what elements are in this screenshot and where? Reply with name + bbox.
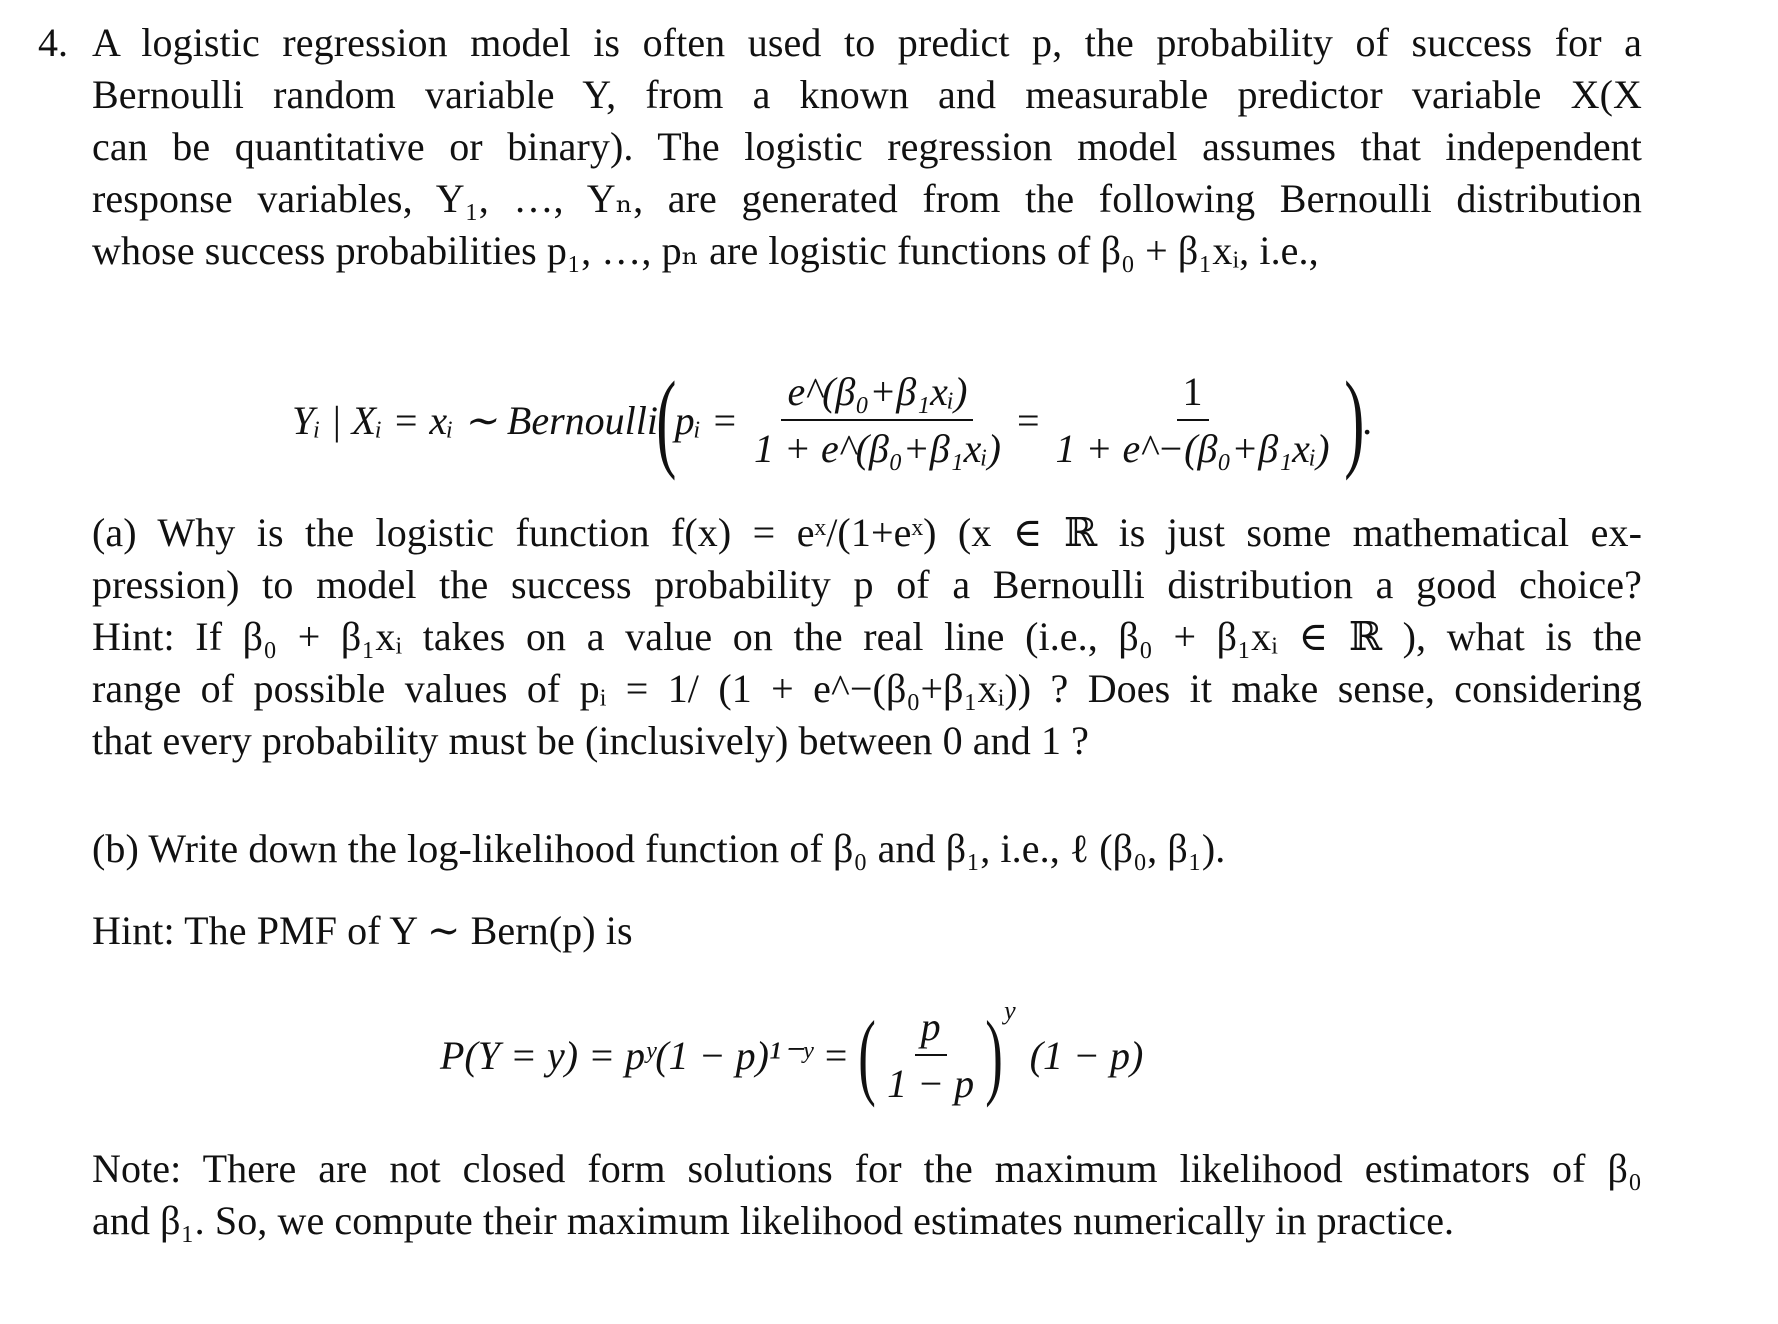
fraction-1-denominator: 1 + e^(β₀+β₁xᵢ) [753, 426, 1001, 471]
fraction-1-numerator: e^(β₀+β₁xᵢ) [781, 368, 974, 421]
part-b-hint: Hint: The PMF of Y ∼ Bern(p) is [92, 908, 633, 953]
intro-line-3: can be quantitative or binary). The logi… [92, 124, 1642, 169]
pmf-fraction-denominator: 1 − p [887, 1061, 975, 1106]
part-a-line-5: that every probability must be (inclusiv… [92, 718, 1090, 763]
intro-line-5: whose success probabilities p₁, …, pₙ ar… [92, 228, 1319, 273]
part-b-question: (b) Write down the log-likelihood functi… [92, 826, 1226, 871]
pmf-fraction: p 1 − p [881, 1003, 980, 1107]
intro-line-4: response variables, Y₁, …, Yₙ, are gener… [92, 176, 1642, 221]
pmf-lhs: P(Y = y) = pʸ(1 − p)¹⁻ʸ = [440, 1032, 850, 1078]
pmf-exponent: y [1004, 996, 1016, 1025]
left-paren: ( [656, 359, 677, 481]
model-lhs: Yᵢ | Xᵢ = xᵢ ∼ Bernoulli [292, 397, 659, 443]
pmf-tail: (1 − p) [1029, 1032, 1144, 1078]
note-line-1: Note: There are not closed form solution… [92, 1146, 1642, 1191]
intro-line-1: A logistic regression model is often use… [92, 20, 1642, 65]
right-paren: ) [1343, 359, 1364, 481]
part-a-line-3: Hint: If β₀ + β₁xᵢ takes on a value on t… [92, 614, 1642, 659]
part-a-line-4: range of possible values of pᵢ = 1/ (1 +… [92, 666, 1642, 711]
pmf-left-paren: ( [858, 1001, 876, 1108]
part-a-line-2: pression) to model the success probabili… [92, 562, 1642, 607]
fraction-2-denominator: 1 + e^−(β₀+β₁xᵢ) [1055, 426, 1330, 471]
pmf-right-paren: ) [985, 1001, 1003, 1108]
part-a-line-1: (a) Why is the logistic function f(x) = … [92, 510, 1642, 555]
model-pi: pᵢ = [674, 397, 738, 443]
problem-number: 4. [38, 20, 68, 65]
note-line-2: and β₁. So, we compute their maximum lik… [92, 1198, 1455, 1243]
fraction-2-numerator: 1 [1176, 368, 1209, 421]
pmf-equation: P(Y = y) = pʸ(1 − p)¹⁻ʸ = ( p 1 − p ) y … [440, 990, 1143, 1120]
intro-line-2: Bernoulli random variable Y, from a know… [92, 72, 1642, 117]
model-equation: Yᵢ | Xᵢ = xᵢ ∼ Bernoulli ( pᵢ = e^(β₀+β₁… [292, 360, 1372, 480]
document-page: 4. A logistic regression model is often … [0, 0, 1778, 1324]
pmf-fraction-numerator: p [914, 1003, 947, 1056]
equals-sign: = [1016, 397, 1040, 443]
fraction-1: e^(β₀+β₁xᵢ) 1 + e^(β₀+β₁xᵢ) [748, 368, 1007, 472]
fraction-2: 1 1 + e^−(β₀+β₁xᵢ) [1050, 368, 1336, 472]
